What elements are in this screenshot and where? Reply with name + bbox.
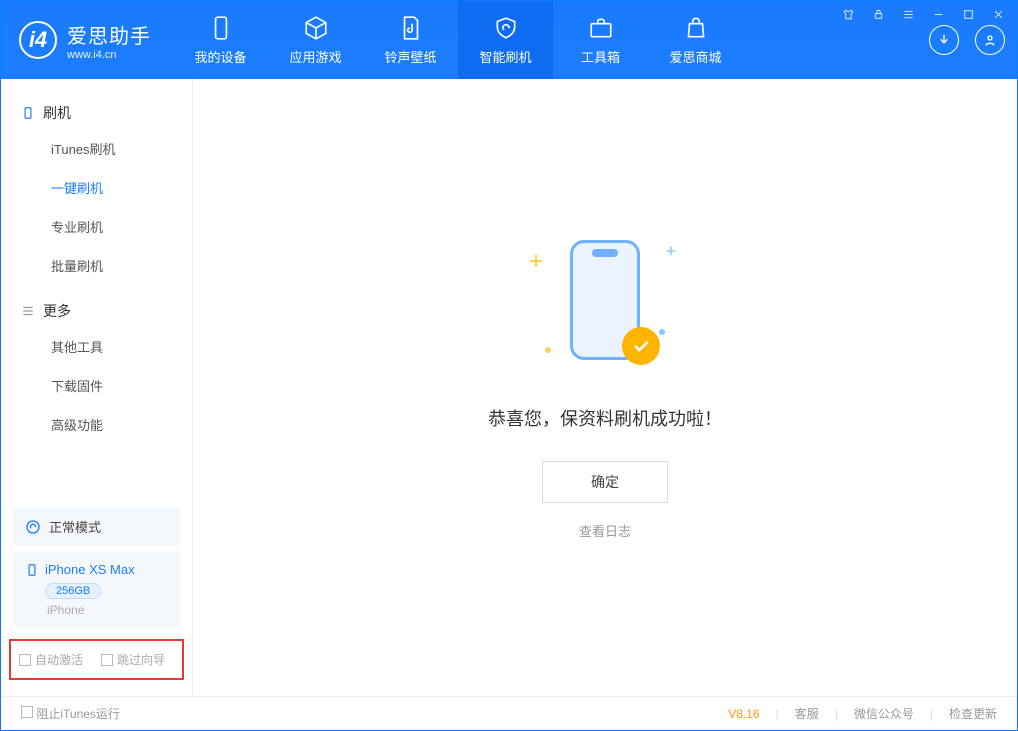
version-label: V8.16 <box>728 707 759 721</box>
success-message: 恭喜您，保资料刷机成功啦！ <box>488 405 722 431</box>
download-button[interactable] <box>929 25 959 55</box>
sparkle-icon <box>667 247 675 255</box>
app-site: www.i4.cn <box>67 49 151 61</box>
sidebar-item-other-tools[interactable]: 其他工具 <box>1 327 192 366</box>
sidebar-item-download-firmware[interactable]: 下载固件 <box>1 366 192 405</box>
top-nav: 我的设备 应用游戏 铃声壁纸 智能刷机 工具箱 爱思商城 <box>173 1 743 79</box>
sidebar-title: 刷机 <box>43 103 71 123</box>
checkbox-label: 自动激活 <box>35 651 83 668</box>
view-log-link[interactable]: 查看日志 <box>579 521 631 540</box>
nav-label: 智能刷机 <box>479 47 531 66</box>
ok-button[interactable]: 确定 <box>542 461 668 503</box>
bag-icon <box>683 15 709 41</box>
window-controls <box>839 7 1007 21</box>
sidebar-head-flash: 刷机 <box>1 97 192 129</box>
nav-apps-games[interactable]: 应用游戏 <box>268 1 363 79</box>
header-actions <box>929 25 1005 55</box>
phone-icon <box>208 15 234 41</box>
checkbox-label: 跳过向导 <box>117 651 165 668</box>
cube-icon <box>303 15 329 41</box>
sidebar-item-itunes-flash[interactable]: iTunes刷机 <box>1 129 192 168</box>
nav-label: 工具箱 <box>581 47 620 66</box>
sparkle-icon <box>530 255 542 267</box>
user-button[interactable] <box>975 25 1005 55</box>
menu-icon[interactable] <box>899 7 917 21</box>
checkbox-label: 阻止iTunes运行 <box>36 707 120 721</box>
wechat-link[interactable]: 微信公众号 <box>854 705 914 722</box>
sync-icon <box>25 519 41 535</box>
nav-store[interactable]: 爱思商城 <box>648 1 743 79</box>
check-update-link[interactable]: 检查更新 <box>949 705 997 722</box>
checkbox-icon <box>21 706 33 718</box>
checkbox-icon <box>101 654 113 666</box>
sidebar-section-flash: 刷机 iTunes刷机 一键刷机 专业刷机 批量刷机 <box>1 97 192 285</box>
nav-label: 爱思商城 <box>669 47 721 66</box>
sidebar-item-pro-flash[interactable]: 专业刷机 <box>1 207 192 246</box>
sidebar-head-more: 更多 <box>1 295 192 327</box>
device-name: iPhone XS Max <box>45 562 135 577</box>
nav-my-device[interactable]: 我的设备 <box>173 1 268 79</box>
lock-icon[interactable] <box>869 7 887 21</box>
app-window: i4 爱思助手 www.i4.cn 我的设备 应用游戏 铃声壁纸 智能刷机 <box>0 0 1018 731</box>
checkmark-badge-icon <box>622 327 660 365</box>
app-name: 爱思助手 <box>67 20 151 49</box>
close-button[interactable] <box>989 7 1007 21</box>
footer-bar: 阻止iTunes运行 V8.16 | 客服 | 微信公众号 | 检查更新 <box>1 696 1017 730</box>
separator: | <box>930 707 933 721</box>
nav-smart-flash[interactable]: 智能刷机 <box>458 1 553 79</box>
header-bar: i4 爱思助手 www.i4.cn 我的设备 应用游戏 铃声壁纸 智能刷机 <box>1 1 1017 79</box>
shirt-icon[interactable] <box>839 7 857 21</box>
body: 刷机 iTunes刷机 一键刷机 专业刷机 批量刷机 更多 其他工具 下载固件 <box>1 79 1017 696</box>
device-icon <box>21 106 35 120</box>
phone-small-icon <box>25 563 39 577</box>
sidebar-item-oneclick-flash[interactable]: 一键刷机 <box>1 168 192 207</box>
sidebar-item-advanced[interactable]: 高级功能 <box>1 405 192 444</box>
nav-label: 我的设备 <box>194 47 246 66</box>
checkbox-icon <box>19 654 31 666</box>
logo-badge-icon: i4 <box>19 21 57 59</box>
minimize-button[interactable] <box>929 7 947 21</box>
separator: | <box>835 707 838 721</box>
device-mode-card[interactable]: 正常模式 <box>13 507 180 546</box>
sidebar: 刷机 iTunes刷机 一键刷机 专业刷机 批量刷机 更多 其他工具 下载固件 <box>1 79 193 696</box>
sidebar-item-batch-flash[interactable]: 批量刷机 <box>1 246 192 285</box>
skip-guide-checkbox[interactable]: 跳过向导 <box>101 651 165 668</box>
mode-label: 正常模式 <box>49 517 101 536</box>
list-icon <box>21 304 35 318</box>
auto-activate-checkbox[interactable]: 自动激活 <box>19 651 83 668</box>
dot-icon <box>659 329 665 335</box>
dot-icon <box>545 347 551 353</box>
maximize-button[interactable] <box>959 7 977 21</box>
device-type: iPhone <box>47 603 168 617</box>
briefcase-icon <box>588 15 614 41</box>
main-content: 恭喜您，保资料刷机成功啦！ 确定 查看日志 <box>193 79 1017 696</box>
sidebar-bottom: 正常模式 iPhone XS Max 256GB iPhone 自动激活 跳过向… <box>1 501 192 696</box>
nav-label: 应用游戏 <box>289 47 341 66</box>
device-card[interactable]: iPhone XS Max 256GB iPhone <box>13 552 180 627</box>
highlighted-options: 自动激活 跳过向导 <box>9 639 184 680</box>
success-illustration <box>515 235 695 375</box>
nav-label: 铃声壁纸 <box>384 47 436 66</box>
sidebar-title: 更多 <box>43 301 71 321</box>
device-storage: 256GB <box>45 583 101 599</box>
refresh-shield-icon <box>493 15 519 41</box>
music-file-icon <box>398 15 424 41</box>
customer-service-link[interactable]: 客服 <box>795 705 819 722</box>
nav-ringtones-wallpapers[interactable]: 铃声壁纸 <box>363 1 458 79</box>
nav-toolbox[interactable]: 工具箱 <box>553 1 648 79</box>
app-logo: i4 爱思助手 www.i4.cn <box>1 20 173 61</box>
sidebar-section-more: 更多 其他工具 下载固件 高级功能 <box>1 295 192 444</box>
block-itunes-checkbox[interactable]: 阻止iTunes运行 <box>21 705 120 722</box>
separator: | <box>776 707 779 721</box>
